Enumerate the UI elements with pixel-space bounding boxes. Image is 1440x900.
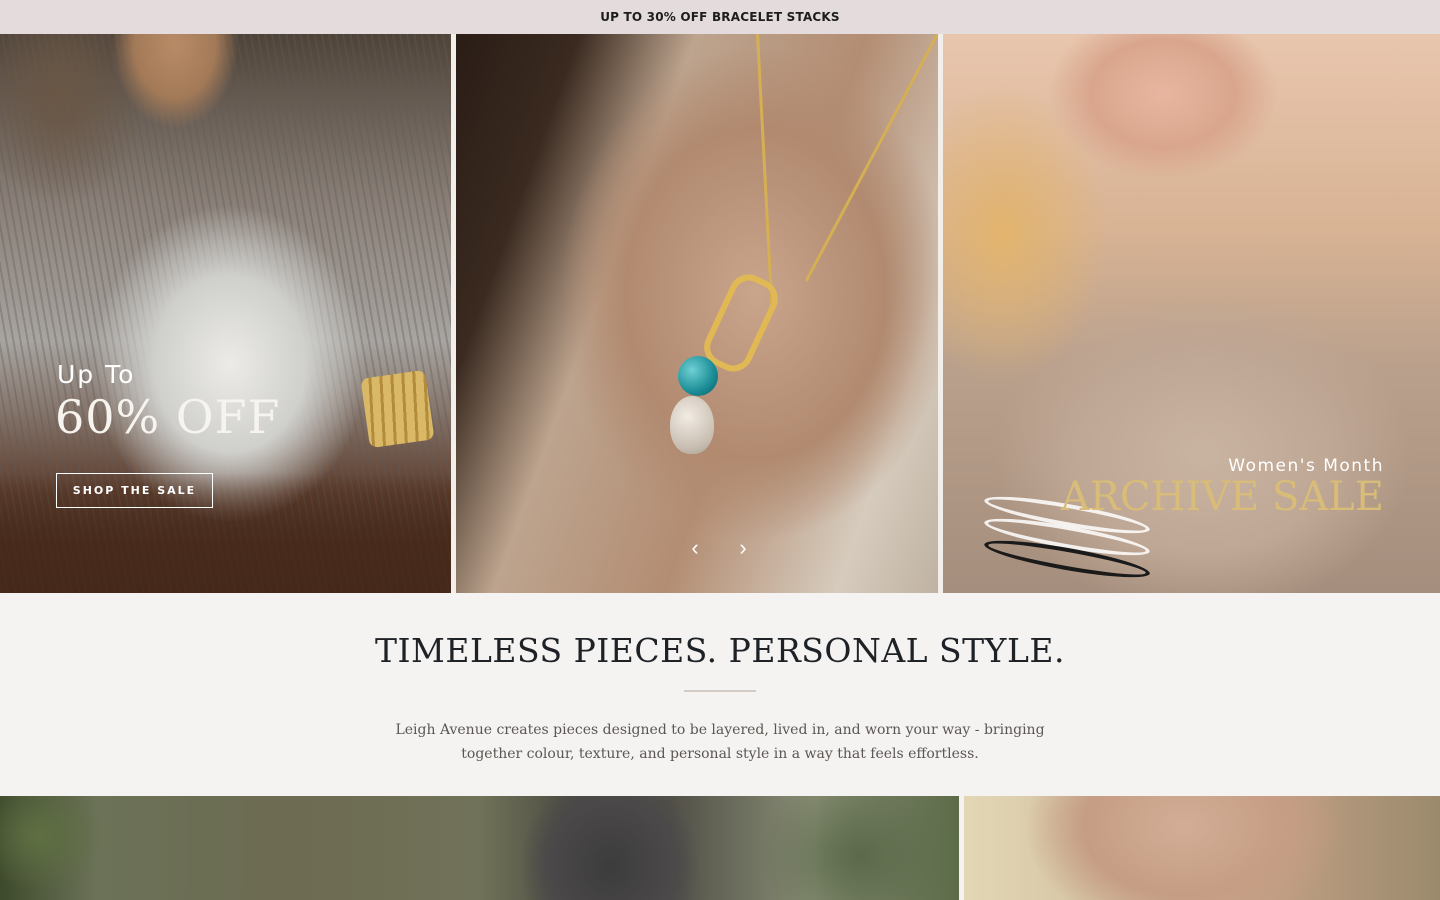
pearl-drop — [670, 396, 714, 454]
gold-cuff-image — [360, 369, 435, 449]
hero-slide-sale[interactable]: Up To 60% OFF SHOP THE SALE — [0, 34, 451, 593]
archive-subheading: Women's Month — [1228, 456, 1384, 476]
hero-slide-archive[interactable]: Women's Month ARCHIVE SALE — [943, 34, 1440, 593]
chevron-left-icon[interactable]: ‹ — [684, 537, 706, 559]
sale-heading-small: Up To — [57, 360, 136, 389]
intro-section: TIMELESS PIECES. PERSONAL STYLE. Leigh A… — [0, 593, 1440, 796]
hero-carousel: Up To 60% OFF SHOP THE SALE Women's Mont… — [0, 34, 1440, 593]
sale-heading-large: 60% OFF — [55, 390, 281, 444]
turquoise-bead — [678, 356, 718, 396]
intro-body: Leigh Avenue creates pieces designed to … — [395, 722, 1045, 762]
collection-tile-portrait[interactable] — [964, 796, 1440, 900]
necklace-chain — [756, 34, 774, 304]
intro-heading: TIMELESS PIECES. PERSONAL STYLE. — [375, 631, 1065, 670]
chevron-right-icon[interactable]: › — [732, 537, 754, 559]
archive-heading: ARCHIVE SALE — [1060, 474, 1384, 520]
hero-slide-necklace[interactable] — [456, 34, 938, 593]
necklace-chain — [804, 34, 938, 282]
collection-tile-lifestyle[interactable] — [0, 796, 959, 900]
collection-tiles — [0, 796, 1440, 900]
announcement-bar: UP TO 30% OFF BRACELET STACKS — [0, 0, 1440, 34]
announcement-text[interactable]: UP TO 30% OFF BRACELET STACKS — [600, 10, 840, 24]
divider — [684, 690, 756, 692]
shop-the-sale-button[interactable]: SHOP THE SALE — [56, 473, 213, 508]
